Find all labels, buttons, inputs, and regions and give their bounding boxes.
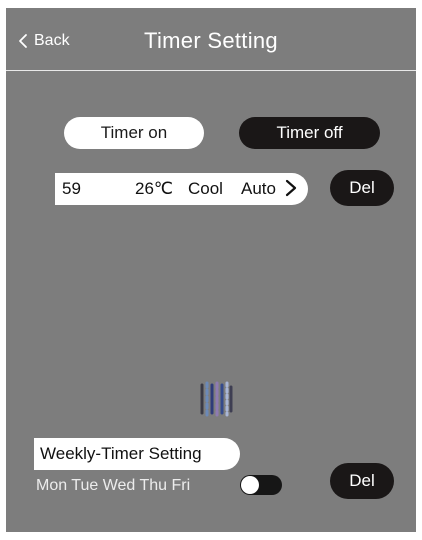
timer-time: 59: [62, 179, 81, 198]
toggle-knob: [241, 476, 259, 494]
header-divider: [6, 70, 416, 71]
chevron-right-icon: [285, 179, 297, 197]
timer-setting-screen: Back Timer Setting Timer on Timer off 59…: [6, 8, 416, 532]
header-bar: Back Timer Setting: [6, 8, 416, 70]
timer-entry-row[interactable]: 59 26℃ Cool Auto: [55, 173, 308, 205]
spinner-icon: [196, 379, 236, 419]
timer-temperature: 26℃: [135, 179, 174, 198]
weekly-timer-toggle[interactable]: [240, 475, 282, 495]
weekly-timer-setting-button[interactable]: Weekly-Timer Setting: [34, 438, 240, 470]
weekly-timer-days: Mon Tue Wed Thu Fri: [36, 477, 191, 494]
tab-timer-on[interactable]: Timer on: [64, 117, 204, 149]
page-title: Timer Setting: [144, 28, 278, 53]
timer-fan-speed: Auto: [241, 179, 276, 198]
tab-timer-off[interactable]: Timer off: [239, 117, 380, 149]
delete-timer-button[interactable]: Del: [330, 170, 394, 206]
timer-mode: Cool: [188, 179, 223, 198]
delete-weekly-timer-button[interactable]: Del: [330, 463, 394, 499]
